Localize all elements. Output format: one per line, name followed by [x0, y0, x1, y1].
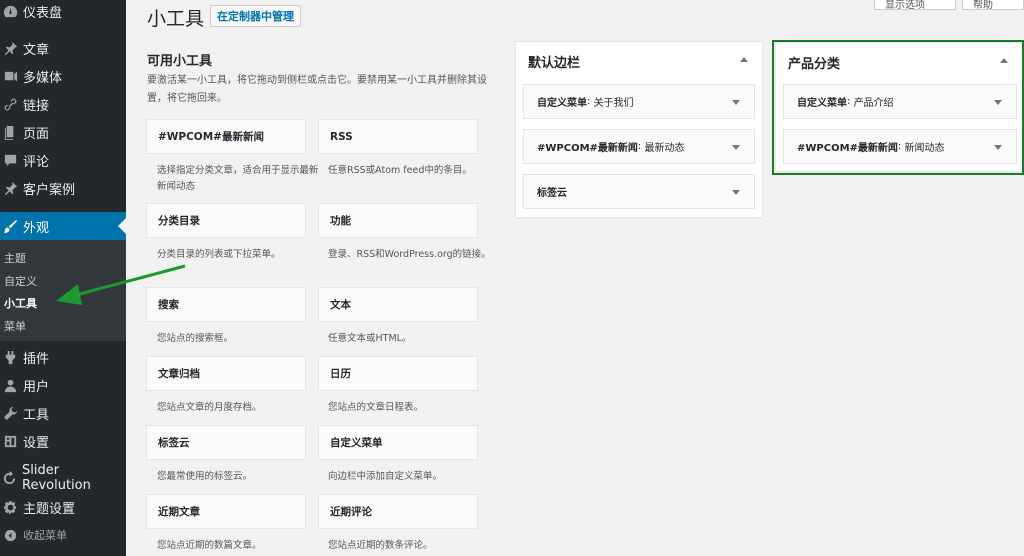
widget-description: 您站点文章的月度存档。	[157, 402, 262, 413]
submenu-customize[interactable]: 自定义	[4, 273, 37, 289]
settings-icon	[1, 432, 19, 450]
widget-description: 登录、RSS和WordPress.org的链接。	[328, 249, 491, 260]
widget-tag-cloud[interactable]: 标签云	[146, 425, 306, 460]
widget-meta[interactable]: 功能	[318, 203, 478, 238]
menu-label: 收起菜单	[23, 529, 67, 542]
menu-cases[interactable]: 客户案例	[0, 174, 126, 202]
widget-instance-title: 最新动态	[644, 143, 685, 154]
widget-type: #WPCOM#最新新闻	[537, 143, 638, 154]
menu-label: 插件	[23, 351, 50, 367]
widget-type: 标签云	[537, 188, 567, 199]
sidebar-widget-tag-cloud[interactable]: 标签云	[523, 174, 755, 209]
wrench-icon	[1, 404, 19, 422]
widget-description: 您站点的搜索框。	[157, 333, 234, 344]
menu-label: 用户	[23, 379, 50, 395]
widget-recent-posts[interactable]: 近期文章	[146, 494, 306, 529]
widget-description: 您站点近期的数篇文章。	[157, 540, 262, 551]
widget-archives[interactable]: 文章归档	[146, 356, 306, 391]
pin-icon	[1, 39, 19, 57]
media-icon	[1, 67, 19, 85]
collapse-arrow-icon[interactable]	[740, 57, 748, 62]
collapse-menu-button[interactable]: 收起菜单	[0, 521, 126, 549]
default-sidebar-panel: 默认边栏 自定义菜单: 关于我们 #WPCOM#最新新闻: 最新动态 标签云	[515, 41, 763, 218]
widget-custom-menu[interactable]: 自定义菜单	[318, 425, 478, 460]
plugin-icon	[1, 348, 19, 366]
user-icon	[1, 376, 19, 394]
menu-label: Slider Revolution	[22, 463, 91, 493]
menu-label: 仪表盘	[23, 5, 63, 21]
screen-options-button[interactable]: 显示选项	[874, 0, 956, 11]
menu-media[interactable]: 多媒体	[0, 62, 126, 90]
menu-settings[interactable]: 设置	[0, 427, 126, 455]
menu-tools[interactable]: 工具	[0, 399, 126, 427]
widget-text[interactable]: 文本	[318, 287, 478, 322]
menu-label: 主题设置	[23, 501, 76, 517]
menu-label: 工具	[23, 407, 50, 423]
widget-instance-title: 关于我们	[593, 98, 634, 109]
menu-slider-revolution[interactable]: Slider Revolution	[0, 463, 126, 493]
comment-icon	[1, 151, 19, 169]
expand-arrow-icon[interactable]	[732, 100, 740, 105]
menu-label: 评论	[23, 154, 50, 170]
appearance-submenu: 主题 自定义 小工具 菜单	[0, 240, 126, 341]
active-indicator	[118, 218, 126, 234]
sidebar-widget-custom-menu[interactable]: 自定义菜单: 关于我们	[523, 84, 755, 119]
admin-sidebar: 仪表盘 文章 多媒体 链接 页面 评论 客户案例 外观 主题 自定义 小工具 菜…	[0, 0, 126, 556]
widget-wpcom-news[interactable]: #WPCOM#最新新闻	[146, 119, 306, 154]
widget-description: 选择指定分类文章，适合用于显示最新新闻动态	[157, 165, 319, 192]
menu-users[interactable]: 用户	[0, 371, 126, 399]
widget-type: 自定义菜单	[537, 98, 587, 109]
sidebar-widget-wpcom-news[interactable]: #WPCOM#最新新闻: 最新动态	[523, 129, 755, 164]
menu-label: 客户案例	[23, 182, 76, 198]
available-widgets-title: 可用小工具	[147, 54, 213, 69]
menu-label: 设置	[23, 435, 50, 451]
page-icon	[1, 123, 19, 141]
menu-theme-settings[interactable]: 主题设置	[0, 493, 126, 521]
widget-description: 任意RSS或Atom feed中的条目。	[328, 165, 472, 176]
widget-calendar[interactable]: 日历	[318, 356, 478, 391]
menu-comments[interactable]: 评论	[0, 146, 126, 174]
manage-with-live-preview-button[interactable]: 在定制器中管理	[210, 5, 301, 27]
expand-arrow-icon[interactable]	[732, 190, 740, 195]
default-sidebar-title[interactable]: 默认边栏	[528, 52, 580, 71]
page-title: 小工具	[147, 8, 205, 30]
available-widgets-description: 要激活某一小工具，将它拖动到侧栏或点击它。要禁用某一小工具并删除其设置，将它拖回…	[147, 75, 487, 104]
menu-label: 文章	[23, 42, 50, 58]
gear-icon	[1, 498, 19, 516]
menu-plugins[interactable]: 插件	[0, 343, 126, 371]
submenu-themes[interactable]: 主题	[4, 250, 26, 266]
highlight-box	[772, 40, 1024, 175]
menu-label: 页面	[23, 126, 50, 142]
widget-description: 您站点近期的数条评论。	[328, 540, 433, 551]
widget-description: 您站点的文章日程表。	[328, 402, 424, 413]
menu-label: 多媒体	[23, 70, 63, 86]
collapse-icon	[1, 526, 19, 544]
widget-search[interactable]: 搜索	[146, 287, 306, 322]
expand-arrow-icon[interactable]	[732, 145, 740, 150]
menu-links[interactable]: 链接	[0, 90, 126, 118]
widget-categories[interactable]: 分类目录	[146, 203, 306, 238]
brush-icon	[1, 217, 19, 235]
widget-recent-comments[interactable]: 近期评论	[318, 494, 478, 529]
menu-dashboard[interactable]: 仪表盘	[0, 0, 126, 25]
dashboard-icon	[1, 2, 19, 20]
widget-description: 向边栏中添加自定义菜单。	[328, 471, 443, 482]
menu-posts[interactable]: 文章	[0, 34, 126, 62]
submenu-widgets[interactable]: 小工具	[4, 295, 37, 311]
submenu-menus[interactable]: 菜单	[4, 318, 26, 334]
link-icon	[1, 95, 19, 113]
menu-pages[interactable]: 页面	[0, 118, 126, 146]
help-button[interactable]: 帮助	[962, 0, 1024, 11]
widget-rss[interactable]: RSS	[318, 119, 478, 154]
menu-label: 链接	[23, 98, 50, 114]
widget-description: 您最常使用的标签云。	[157, 471, 253, 482]
widget-description: 任意文本或HTML。	[328, 333, 412, 344]
pin-icon	[1, 179, 19, 197]
menu-appearance[interactable]: 外观	[0, 212, 126, 240]
refresh-icon	[1, 469, 18, 487]
menu-label: 外观	[23, 220, 50, 236]
widget-description: 分类目录的列表或下拉菜单。	[157, 249, 281, 260]
